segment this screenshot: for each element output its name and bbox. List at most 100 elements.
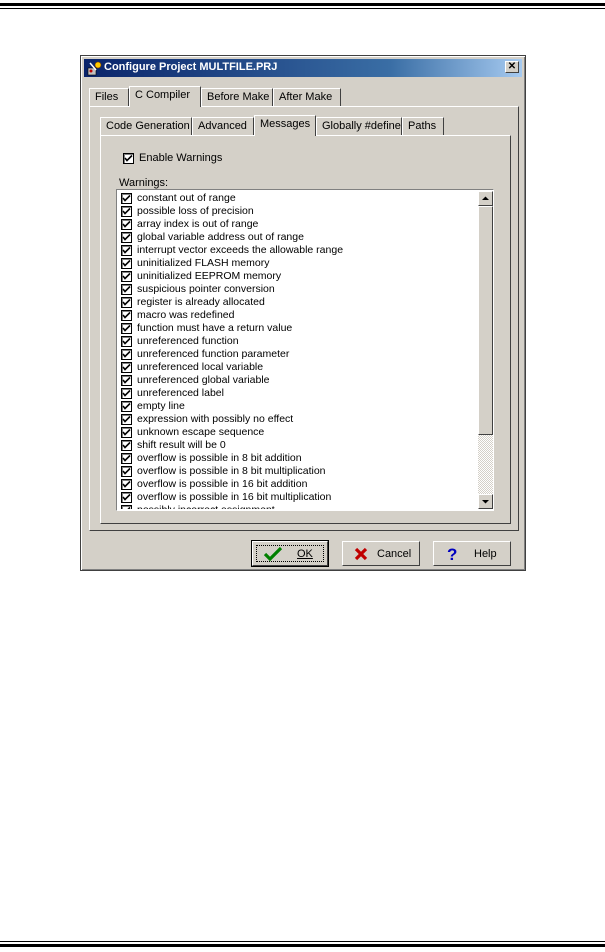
warning-checkbox[interactable] (121, 388, 132, 399)
warnings-label: Warnings: (119, 177, 169, 189)
warning-label: register is already allocated (137, 296, 265, 308)
warning-label: overflow is possible in 16 bit addition (137, 478, 308, 490)
app-icon (87, 60, 103, 76)
page-top-rule-thin (0, 8, 605, 9)
warning-checkbox[interactable] (121, 401, 132, 412)
warning-checkbox[interactable] (121, 232, 132, 243)
sub-tab-strip: Code Generation Advanced Messages Global… (100, 115, 510, 136)
checkmark-icon (122, 454, 131, 462)
vertical-scrollbar[interactable] (478, 191, 493, 509)
scroll-thumb[interactable] (478, 206, 493, 435)
tab-before-make[interactable]: Before Make (201, 88, 273, 106)
page-bottom-rule-thin (0, 941, 605, 942)
warning-label: possibly incorrect assignment (137, 504, 275, 509)
checkmark-icon (122, 350, 131, 358)
help-question-icon: ? (447, 545, 457, 563)
warning-label: empty line (137, 400, 185, 412)
tab-globally-define[interactable]: Globally #define (316, 117, 402, 135)
checkmark-icon (122, 493, 131, 501)
warning-label: overflow is possible in 8 bit addition (137, 452, 302, 464)
warning-checkbox[interactable] (121, 271, 132, 282)
warning-checkbox[interactable] (121, 206, 132, 217)
warning-checkbox[interactable] (121, 284, 132, 295)
warning-checkbox[interactable] (121, 362, 132, 373)
warning-checkbox[interactable] (121, 245, 132, 256)
warning-checkbox[interactable] (121, 349, 132, 360)
checkmark-icon (122, 207, 131, 215)
dialog-title: Configure Project MULTFILE.PRJ (104, 61, 278, 73)
checkmark-icon (122, 259, 131, 267)
checkmark-icon (122, 441, 131, 449)
warning-checkbox[interactable] (121, 336, 132, 347)
checkmark-icon (122, 428, 131, 436)
warning-checkbox[interactable] (121, 505, 132, 509)
warning-checkbox[interactable] (121, 310, 132, 321)
title-bar[interactable]: Configure Project MULTFILE.PRJ ✕ (84, 59, 522, 77)
warning-checkbox[interactable] (121, 219, 132, 230)
ok-label: OK (297, 548, 313, 560)
tab-code-generation[interactable]: Code Generation (100, 117, 192, 135)
warning-label: uninitialized EEPROM memory (137, 270, 282, 282)
main-tab-strip: Files C Compiler Before Make After Make (89, 86, 519, 107)
warnings-listbox[interactable]: constant out of range possible loss of pr… (116, 189, 494, 511)
warning-label: shift result will be 0 (137, 439, 226, 451)
checkmark-icon (127, 506, 131, 509)
warnings-list: constant out of range possible loss of pr… (118, 191, 477, 509)
warning-label: uninitialized FLASH memory (137, 257, 270, 269)
warning-checkbox[interactable] (121, 466, 132, 477)
close-button[interactable]: ✕ (505, 61, 519, 73)
warning-label: overflow is possible in 8 bit multiplica… (137, 465, 326, 477)
warning-label: unreferenced function parameter (137, 348, 290, 360)
checkmark-icon (122, 402, 131, 410)
tab-messages[interactable]: Messages (254, 115, 316, 136)
warning-checkbox[interactable] (121, 414, 132, 425)
checkmark-icon (122, 311, 131, 319)
ok-button[interactable]: OK (251, 540, 329, 567)
warning-label: array index is out of range (137, 218, 259, 230)
configure-project-dialog: Configure Project MULTFILE.PRJ ✕ Files C… (80, 55, 526, 571)
warning-checkbox[interactable] (121, 440, 132, 451)
warning-checkbox[interactable] (121, 193, 132, 204)
enable-warnings-label: Enable Warnings (139, 152, 223, 164)
tab-paths[interactable]: Paths (402, 117, 444, 135)
checkmark-icon (122, 220, 131, 228)
checkmark-icon (122, 233, 131, 241)
arrow-up-icon (482, 196, 489, 200)
help-button[interactable]: ? Help (433, 541, 511, 566)
enable-warnings-checkbox[interactable] (123, 153, 134, 164)
warning-label: overflow is possible in 16 bit multiplic… (137, 491, 332, 503)
svg-text:?: ? (447, 545, 457, 563)
warning-checkbox[interactable] (121, 258, 132, 269)
checkmark-icon (122, 376, 131, 384)
tab-files[interactable]: Files (89, 88, 129, 106)
scroll-up-button[interactable] (478, 191, 493, 206)
warning-checkbox[interactable] (121, 427, 132, 438)
checkmark-icon (122, 389, 131, 397)
cancel-label: Cancel (377, 548, 412, 560)
warning-checkbox[interactable] (121, 297, 132, 308)
warning-label: unreferenced local variable (137, 361, 264, 373)
warning-label: global variable address out of range (137, 231, 304, 243)
checkmark-icon (122, 337, 131, 345)
checkmark-icon (122, 467, 131, 475)
warning-label: unreferenced function (137, 335, 239, 347)
tab-advanced[interactable]: Advanced (192, 117, 254, 135)
checkmark-icon (122, 324, 131, 332)
warning-checkbox[interactable] (121, 375, 132, 386)
cancel-button[interactable]: Cancel (342, 541, 420, 566)
checkmark-icon (124, 154, 133, 162)
warning-checkbox[interactable] (121, 479, 132, 490)
help-label: Help (474, 548, 497, 560)
warning-label: interrupt vector exceeds the allowable r… (137, 244, 344, 256)
warning-label: suspicious pointer conversion (137, 283, 275, 295)
tab-after-make[interactable]: After Make (273, 88, 341, 106)
scroll-down-button[interactable] (478, 494, 493, 509)
warning-checkbox[interactable] (121, 492, 132, 503)
checkmark-icon (122, 415, 131, 423)
checkmark-icon (122, 298, 131, 306)
warning-checkbox[interactable] (121, 323, 132, 334)
tab-c-compiler[interactable]: C Compiler (129, 86, 201, 107)
warning-checkbox[interactable] (121, 453, 132, 464)
warning-label: unreferenced label (137, 387, 224, 399)
warning-label: possible loss of precision (137, 205, 254, 217)
